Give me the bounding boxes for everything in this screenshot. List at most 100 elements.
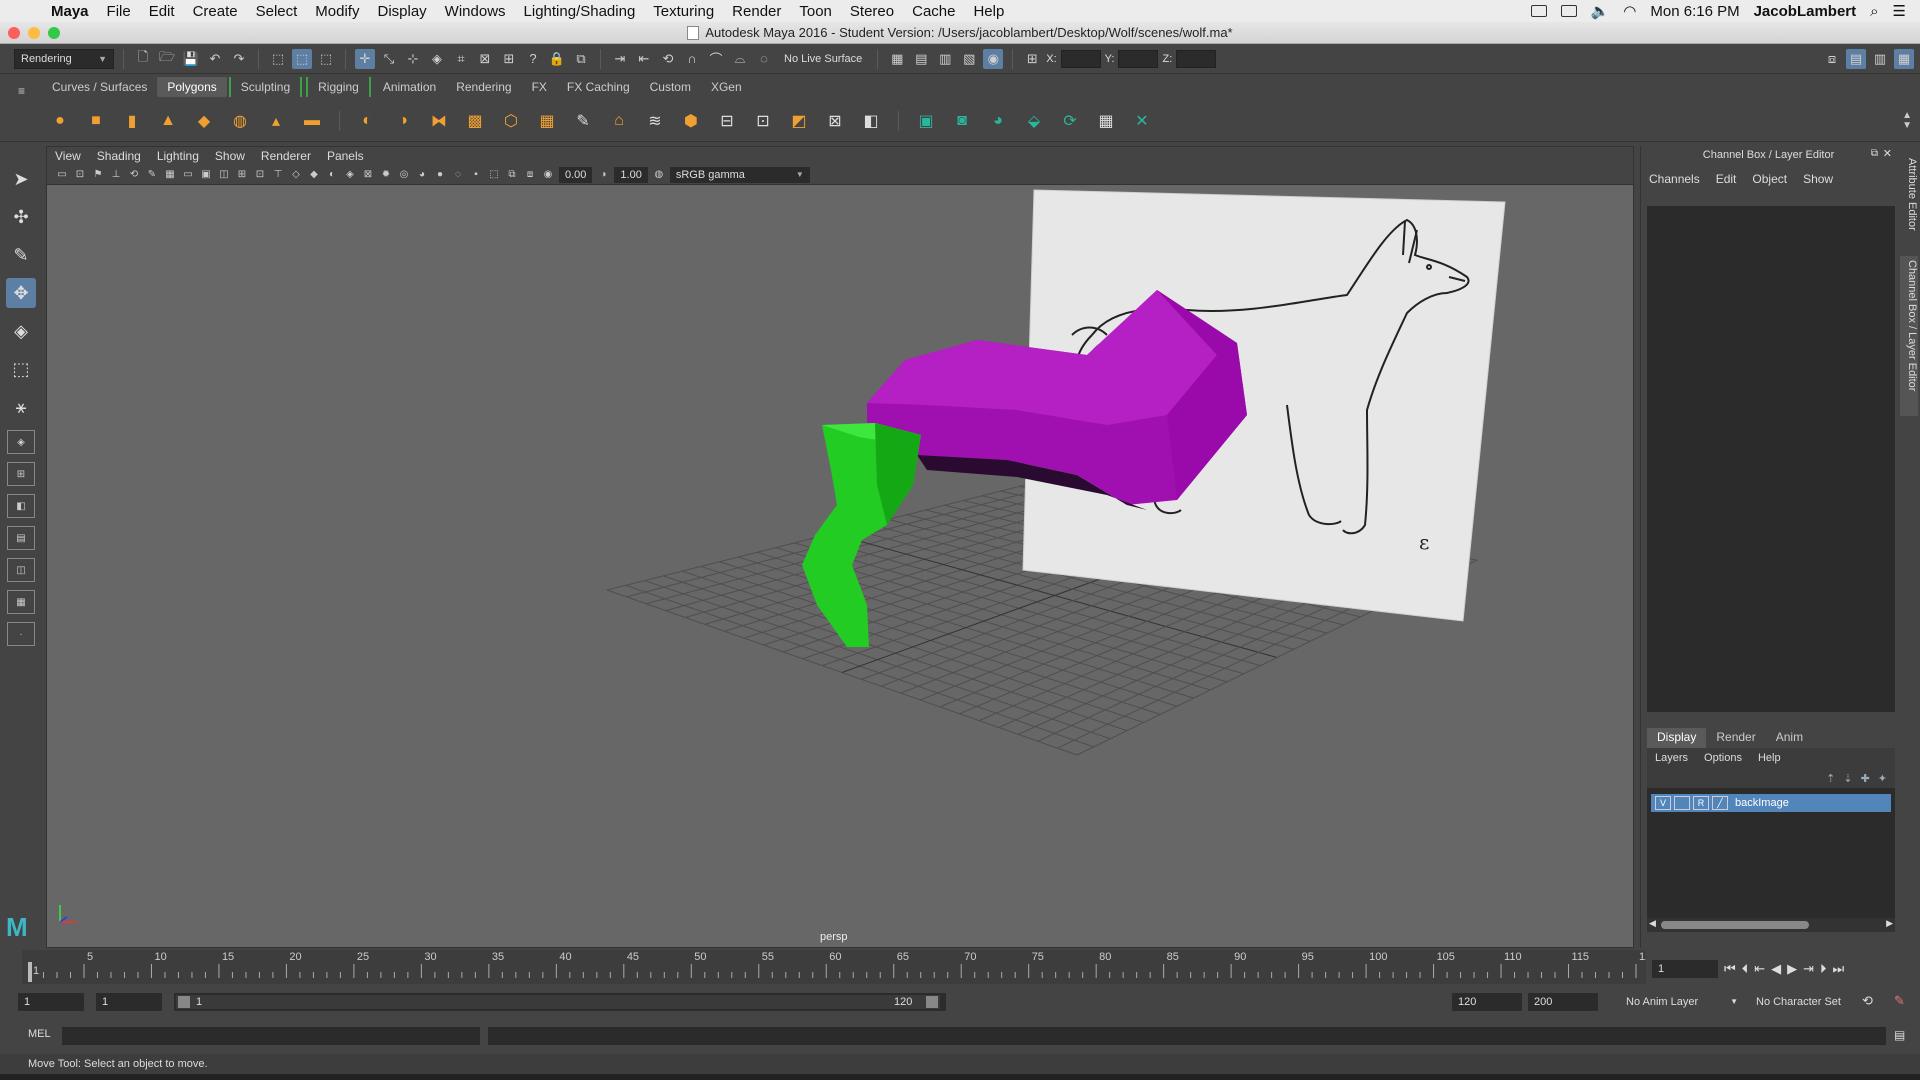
grease-pencil-icon[interactable]: ✎: [145, 168, 159, 182]
close-icon[interactable]: ✕: [1883, 147, 1892, 160]
resolution-gate-icon[interactable]: ▣: [199, 168, 213, 182]
menu-create[interactable]: Create: [184, 3, 247, 20]
input-ops-icon[interactable]: ⇥: [610, 49, 630, 69]
poly-pipe-icon[interactable]: ▬: [298, 107, 326, 135]
magnet-curve-icon[interactable]: ⌒: [706, 49, 726, 69]
menu-edit[interactable]: Edit: [140, 3, 184, 20]
color-management-icon[interactable]: ◍: [652, 168, 666, 182]
wireframe-icon[interactable]: ◇: [289, 168, 303, 182]
ssao-icon[interactable]: ●: [433, 168, 447, 182]
float-panel-icon[interactable]: ⧉: [1871, 148, 1878, 159]
uv-grid-icon[interactable]: ▦: [1092, 107, 1120, 135]
multi-cut-icon[interactable]: ✎: [569, 107, 597, 135]
minimize-window-button[interactable]: [28, 27, 40, 39]
anim-layer-dropdown[interactable]: No Anim Layer ▼: [1620, 993, 1738, 1011]
snap-help-icon[interactable]: ?: [523, 49, 543, 69]
magnet-surface-icon[interactable]: ⌓: [730, 49, 750, 69]
film-gate-icon[interactable]: ▭: [181, 168, 195, 182]
poly-cube-icon[interactable]: ■: [82, 107, 110, 135]
motion-blur-icon[interactable]: ◌: [451, 168, 465, 182]
open-scene-icon[interactable]: 🗁: [157, 49, 177, 69]
smooth-icon[interactable]: ▩: [461, 107, 489, 135]
extract-icon[interactable]: ◧: [857, 107, 885, 135]
menu-stereo[interactable]: Stereo: [841, 3, 903, 20]
gamma-field[interactable]: 1.00: [614, 166, 648, 183]
menu-toon[interactable]: Toon: [790, 3, 841, 20]
magnet-live-icon[interactable]: ◌: [754, 49, 774, 69]
lock-camera-icon[interactable]: ⊡: [73, 168, 87, 182]
range-slider[interactable]: 1 120: [174, 993, 946, 1011]
go-to-end-icon[interactable]: ⏭: [1833, 961, 1845, 977]
x-field[interactable]: [1060, 49, 1101, 68]
scale-tool-icon[interactable]: ⬚: [6, 354, 36, 384]
image-plane-icon[interactable]: ⊥: [109, 168, 123, 182]
wireframe-on-shaded-icon[interactable]: ◈: [343, 168, 357, 182]
modeling-toolkit-icon[interactable]: ⧈: [1822, 49, 1842, 69]
poly-cone-icon[interactable]: ▲: [154, 107, 182, 135]
menu-texturing[interactable]: Texturing: [644, 3, 723, 20]
shelf-tab-rendering[interactable]: Rendering: [446, 77, 521, 97]
collapse-icon[interactable]: ⊠: [821, 107, 849, 135]
output-ops-icon[interactable]: ⇤: [634, 49, 654, 69]
render-view-icon[interactable]: ▧: [959, 49, 979, 69]
side-tab-attribute-editor[interactable]: Attribute Editor: [1900, 154, 1918, 244]
animation-start-field[interactable]: 1: [18, 993, 84, 1011]
shelf-tab-animation[interactable]: Animation: [373, 77, 446, 97]
layer-tab-render[interactable]: Render: [1706, 728, 1765, 748]
volume-icon[interactable]: 🔈: [1591, 2, 1610, 20]
grid-toggle-icon[interactable]: ▦: [163, 168, 177, 182]
uv-automatic-icon[interactable]: ⬙: [1020, 107, 1048, 135]
layer-row[interactable]: V R ╱ backImage: [1651, 794, 1891, 812]
close-window-button[interactable]: [8, 27, 20, 39]
shelf-tab-xgen[interactable]: XGen: [701, 77, 752, 97]
single-perspective-layout-icon[interactable]: ◈: [7, 430, 35, 454]
menu-cache[interactable]: Cache: [903, 3, 964, 20]
vp-menu-renderer[interactable]: Renderer: [261, 149, 311, 163]
hypershade-persp-layout-icon[interactable]: ◫: [7, 558, 35, 582]
select-hierarchy-icon[interactable]: ⬚: [268, 49, 288, 69]
snap-mid-icon[interactable]: ⊞: [499, 49, 519, 69]
exposure-icon[interactable]: ◉: [541, 168, 555, 182]
xray-icon[interactable]: ⊠: [361, 168, 375, 182]
layer-tab-display[interactable]: Display: [1647, 728, 1707, 748]
hypershade-icon[interactable]: ◉: [983, 48, 1004, 69]
animation-end-field[interactable]: 200: [1528, 993, 1598, 1011]
current-frame-field[interactable]: 1: [1652, 960, 1718, 978]
use-default-material-icon[interactable]: ◐: [325, 168, 339, 182]
isolate-select-icon[interactable]: ⬚: [487, 168, 501, 182]
menu-file[interactable]: File: [98, 3, 140, 20]
paint-select-tool-icon[interactable]: ✎: [6, 240, 36, 270]
bookmark-icon[interactable]: ⚑: [91, 168, 105, 182]
shelf-tab-polygons[interactable]: Polygons: [157, 77, 227, 97]
create-layer-from-selected-icon[interactable]: ✦: [1878, 772, 1887, 785]
vp-menu-panels[interactable]: Panels: [327, 149, 364, 163]
attribute-editor-toggle-icon[interactable]: ▤: [1846, 48, 1866, 69]
menu-help[interactable]: Help: [964, 3, 1013, 20]
time-slider[interactable]: 1 5 10 15 20 25 30 35 40 45 50 55 60 65 70 75 80 85 90 95 10…: [22, 950, 1657, 984]
time-ruler[interactable]: 15 10 15 20 25 30 35 40 45 50 55 60 65 70 75 80 85 90 95 10…: [22, 950, 1657, 984]
bevel-icon[interactable]: ⬡: [497, 107, 525, 135]
channel-box-toggle-icon[interactable]: ▦: [1894, 48, 1914, 69]
uv-editor-icon[interactable]: ⟳: [1056, 107, 1084, 135]
safe-title-icon[interactable]: ⊤: [271, 168, 285, 182]
anti-alias-icon[interactable]: ▪: [469, 168, 483, 182]
menu-modify[interactable]: Modify: [306, 3, 368, 20]
vp-menu-show[interactable]: Show: [215, 149, 245, 163]
select-component-icon[interactable]: ⬚: [316, 49, 336, 69]
snap-view-plane-icon[interactable]: ◈: [427, 49, 447, 69]
snap-projected-icon[interactable]: ⊠: [475, 49, 495, 69]
menu-display[interactable]: Display: [368, 3, 435, 20]
poly-cylinder-icon[interactable]: ▮: [118, 107, 146, 135]
command-language-label[interactable]: MEL: [28, 1028, 51, 1040]
move-layer-down-icon[interactable]: ⇣: [1843, 772, 1852, 785]
app-menu[interactable]: Maya: [42, 3, 98, 20]
layer-visibility-toggle[interactable]: V: [1655, 796, 1671, 810]
notification-center-icon[interactable]: ☰: [1893, 2, 1906, 20]
go-to-start-icon[interactable]: ⏮: [1724, 961, 1736, 977]
magnet-icon[interactable]: ∩: [682, 49, 702, 69]
play-forwards-icon[interactable]: ▶: [1787, 961, 1797, 977]
y-field[interactable]: [1118, 49, 1159, 68]
field-chart-icon[interactable]: ⊞: [235, 168, 249, 182]
persp-graph-layout-icon[interactable]: ▤: [7, 526, 35, 550]
layer-menu-help[interactable]: Help: [1758, 752, 1781, 764]
